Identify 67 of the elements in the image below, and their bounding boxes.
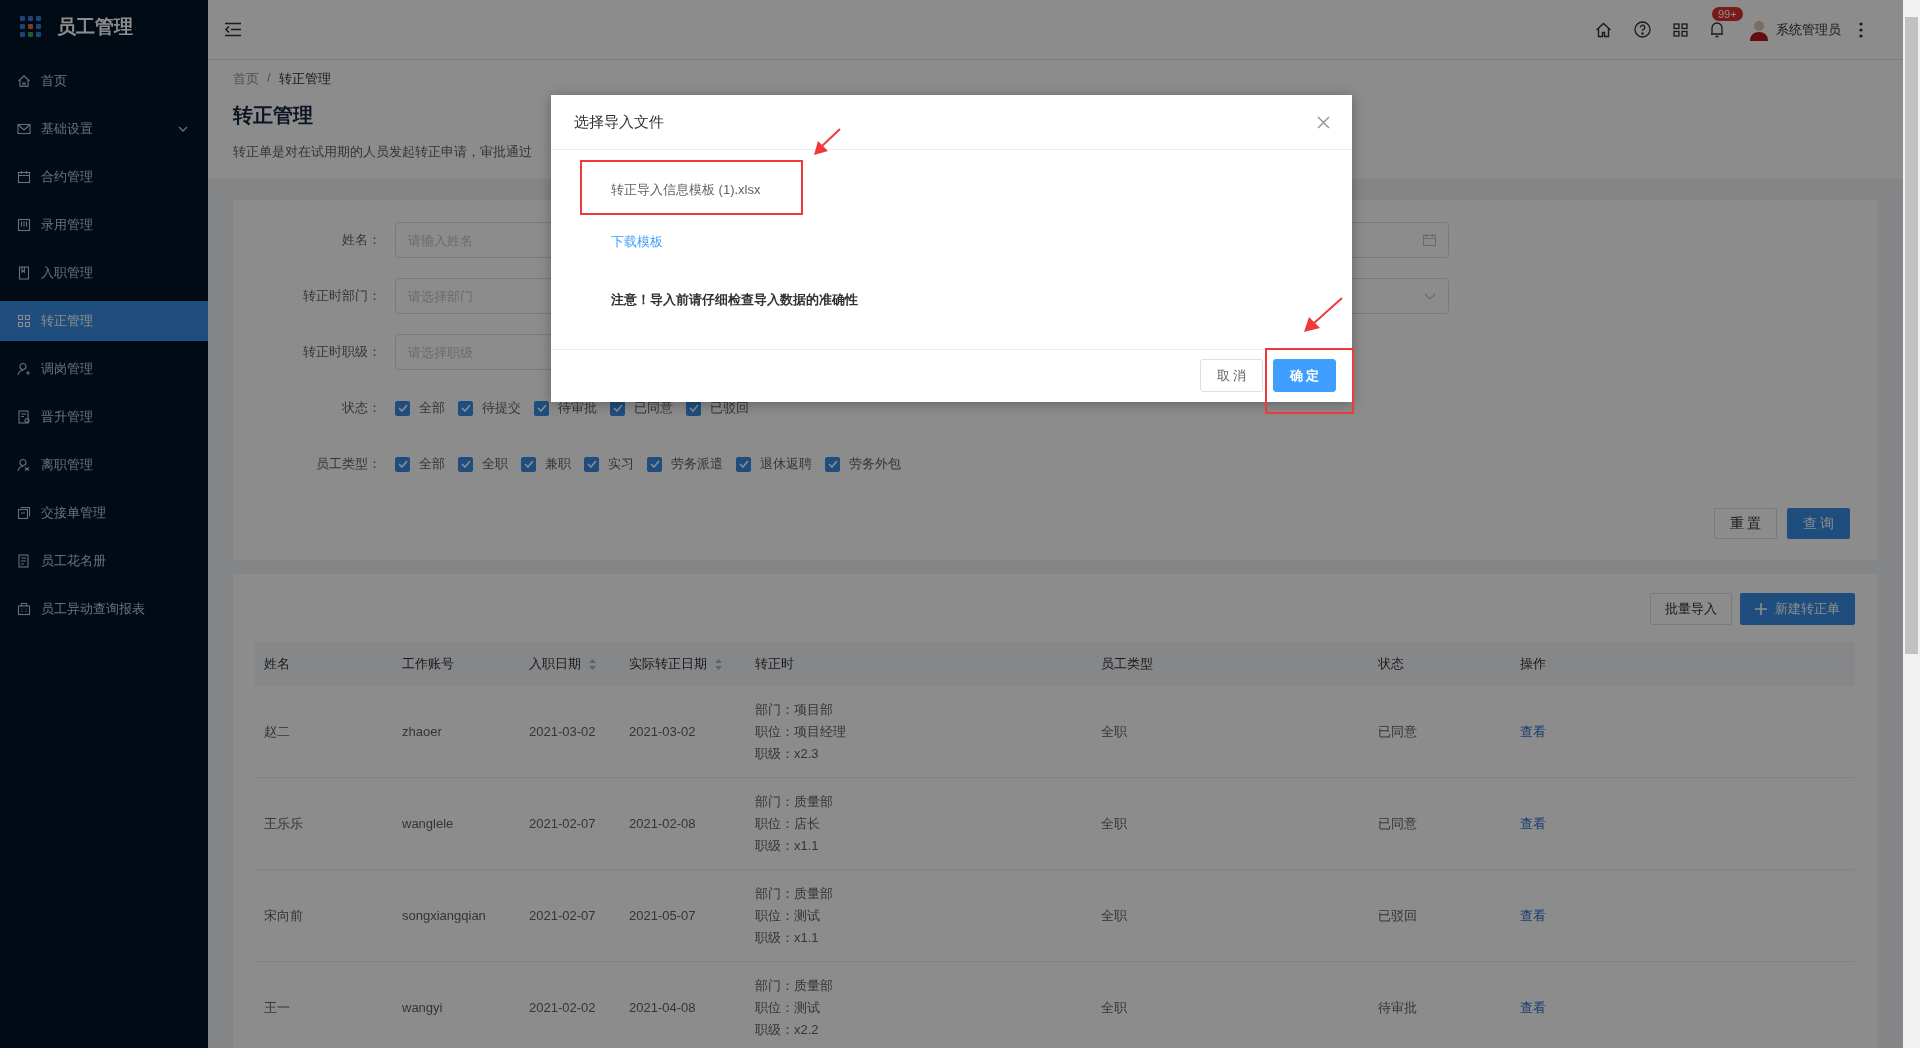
- checkbox-label: 已驳回: [710, 399, 749, 417]
- table-cell: wangyi: [402, 1000, 443, 1015]
- field-label: 转正时职级：: [302, 343, 381, 361]
- table-cell: 已同意: [1378, 814, 1417, 833]
- table-cell: songxiangqian: [402, 908, 486, 923]
- table-cell: 已驳回: [1378, 906, 1417, 925]
- table-cell-text: 部门：质量部: [755, 792, 833, 811]
- table-cell-text: 职级：x1.1: [755, 836, 819, 855]
- table-cell: 王乐乐: [264, 814, 303, 833]
- table-cell: wanglele: [402, 816, 454, 831]
- breadcrumb-current: 转正管理: [278, 70, 331, 88]
- table-cell: 全职: [1101, 722, 1127, 741]
- table-cell-text: 职位：店长: [755, 814, 820, 833]
- table-cell: 赵二: [264, 722, 290, 741]
- notice-text: 注意！导入前请仔细检查导入数据的准确性: [611, 291, 858, 309]
- checkbox-label: 全部: [419, 455, 445, 473]
- column-header: 姓名: [264, 655, 290, 673]
- table-cell: 2021-02-07: [529, 816, 596, 831]
- column-header: 转正时: [755, 655, 794, 673]
- column-header: 操作: [1520, 655, 1546, 673]
- table-cell: 全职: [1101, 814, 1127, 833]
- checkbox-label: 劳务派遣: [671, 455, 723, 473]
- table-cell: 2021-02-02: [529, 1000, 596, 1015]
- table-cell: 待审批: [1378, 998, 1417, 1017]
- column-header: 工作账号: [402, 655, 454, 673]
- file-name: 转正导入信息模板 (1).xlsx: [611, 181, 761, 199]
- notification-badge: 99+: [1712, 7, 1743, 21]
- table-cell: 2021-02-08: [629, 816, 696, 831]
- table-cell: 2021-04-08: [629, 1000, 696, 1015]
- table-cell: 2021-05-07: [629, 908, 696, 923]
- checkbox-label: 全部: [419, 399, 445, 417]
- table-cell-text: 部门：质量部: [755, 884, 833, 903]
- table-cell: 2021-03-02: [629, 724, 696, 739]
- checkbox-label: 已同意: [634, 399, 673, 417]
- checkbox-label: 劳务外包: [849, 455, 901, 473]
- checkbox-label: 实习: [608, 455, 634, 473]
- table-cell: 2021-03-02: [529, 724, 596, 739]
- column-header: 状态: [1378, 655, 1404, 673]
- table-cell-text: 职级：x2.3: [755, 744, 819, 763]
- table-cell-text: 职位：测试: [755, 998, 820, 1017]
- checkbox-label: 待提交: [482, 399, 521, 417]
- checkbox-label: 待审批: [558, 399, 597, 417]
- table-cell: 已同意: [1378, 722, 1417, 741]
- table-cell-text: 职级：x2.2: [755, 1020, 819, 1039]
- app-title: 员工管理: [57, 15, 133, 39]
- table-cell: 宋向前: [264, 906, 303, 925]
- checkbox-label: 全职: [482, 455, 508, 473]
- table-cell-text: 职级：x1.1: [755, 928, 819, 947]
- table-cell: 全职: [1101, 998, 1127, 1017]
- table-cell-text: 职位：项目经理: [755, 722, 846, 741]
- table-cell-text: 部门：质量部: [755, 976, 833, 995]
- dialog-title: 选择导入文件: [574, 112, 665, 132]
- checkbox-label: 退休返聘: [760, 455, 812, 473]
- field-label: 姓名：: [341, 231, 381, 249]
- breadcrumb-separator: /: [267, 70, 271, 87]
- field-label: 转正时部门：: [302, 287, 381, 305]
- table-cell: 2021-02-07: [529, 908, 596, 923]
- table-cell: zhaoer: [402, 724, 442, 739]
- table-cell-text: 职位：测试: [755, 906, 820, 925]
- table-cell-text: 部门：项目部: [755, 700, 833, 719]
- column-header: 员工类型: [1101, 655, 1153, 673]
- checkbox-label: 兼职: [545, 455, 571, 473]
- page-title: 转正管理: [233, 103, 313, 128]
- field-label: 状态：: [341, 399, 381, 417]
- table-cell: 全职: [1101, 906, 1127, 925]
- field-label: 员工类型：: [315, 455, 381, 473]
- page-description: 转正单是对在试用期的人员发起转正申请，审批通过: [233, 143, 532, 161]
